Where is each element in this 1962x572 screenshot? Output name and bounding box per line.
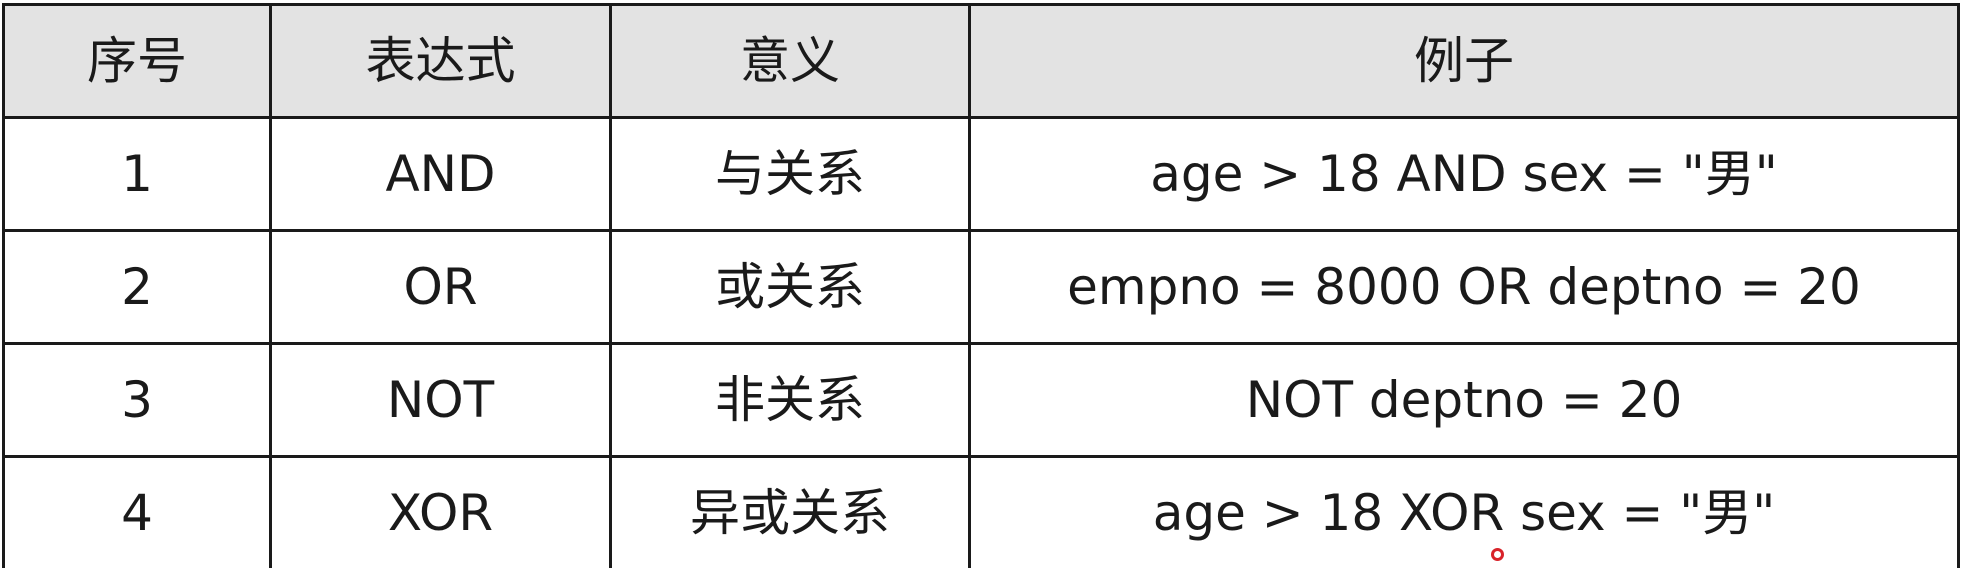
cell-expression: XOR xyxy=(269,455,612,568)
cell-index: 1 xyxy=(2,116,272,232)
table-header: 序号 表达式 意义 例子 xyxy=(2,3,1960,119)
cell-index: 3 xyxy=(2,342,272,458)
table-row: 4 XOR 异或关系 age > 18 XOR sex = "男" xyxy=(2,455,1960,568)
cell-index: 4 xyxy=(2,455,272,568)
cell-example: age > 18 AND sex = "男" xyxy=(968,116,1960,232)
table-body: 1 AND 与关系 age > 18 AND sex = "男" 2 OR 或关… xyxy=(2,116,1960,568)
cell-expression: AND xyxy=(269,116,612,232)
cell-expression: NOT xyxy=(269,342,612,458)
mouse-cursor-indicator-icon xyxy=(1491,548,1504,561)
header-row: 序号 表达式 意义 例子 xyxy=(2,3,1960,119)
cell-example: empno = 8000 OR deptno = 20 xyxy=(968,229,1960,345)
cell-expression: OR xyxy=(269,229,612,345)
cell-meaning: 与关系 xyxy=(609,116,971,232)
cell-meaning: 或关系 xyxy=(609,229,971,345)
cell-meaning: 非关系 xyxy=(609,342,971,458)
cell-example: age > 18 XOR sex = "男" xyxy=(968,455,1960,568)
table-row: 1 AND 与关系 age > 18 AND sex = "男" xyxy=(2,116,1960,232)
cell-meaning: 异或关系 xyxy=(609,455,971,568)
table-row: 3 NOT 非关系 NOT deptno = 20 xyxy=(2,342,1960,458)
header-example: 例子 xyxy=(968,3,1960,119)
cell-index: 2 xyxy=(2,229,272,345)
logic-operators-table: 序号 表达式 意义 例子 1 AND 与关系 age > 18 AND sex … xyxy=(2,3,1960,568)
cell-example: NOT deptno = 20 xyxy=(968,342,1960,458)
table-row: 2 OR 或关系 empno = 8000 OR deptno = 20 xyxy=(2,229,1960,345)
header-expression: 表达式 xyxy=(269,3,612,119)
header-meaning: 意义 xyxy=(609,3,971,119)
header-index: 序号 xyxy=(2,3,272,119)
